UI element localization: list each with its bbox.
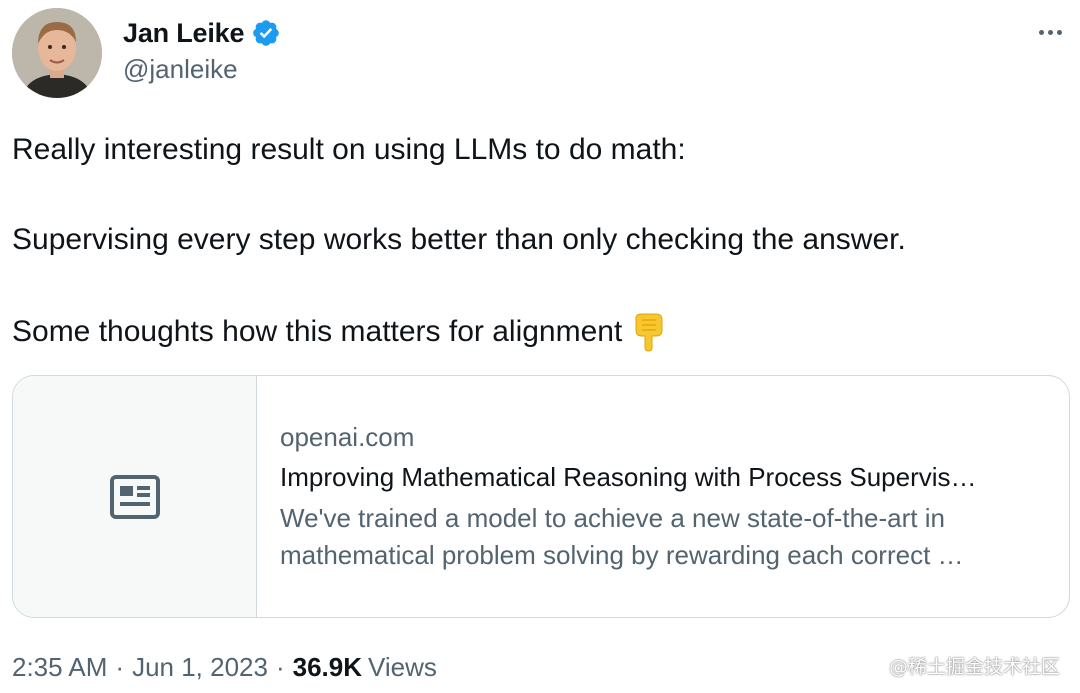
views-count[interactable]: 36.9K	[293, 652, 362, 683]
link-card-title: Improving Mathematical Reasoning with Pr…	[280, 462, 977, 492]
author-handle[interactable]: @janleike	[123, 54, 238, 85]
tweet-text-line: Really interesting result on using LLMs …	[12, 133, 686, 166]
tweet-time[interactable]: 2:35 AM	[12, 652, 107, 683]
more-dot-icon	[1047, 29, 1053, 35]
verified-badge-icon[interactable]	[251, 18, 281, 48]
more-dot-icon	[1056, 29, 1062, 35]
author-name[interactable]: Jan Leike	[123, 18, 244, 49]
tweet-meta: 2:35 AM · Jun 1, 2023 · 36.9K Views	[12, 652, 437, 683]
pointing-down-emoji-icon	[635, 313, 663, 352]
tweet-container: Jan Leike @janleike Really interesting r…	[0, 0, 1080, 693]
more-options-button[interactable]	[1032, 20, 1068, 44]
more-dot-icon	[1038, 29, 1044, 35]
tweet-text-line-with-emoji: Some thoughts how this matters for align…	[12, 312, 1062, 352]
link-card-description: We've trained a model to achieve a new s…	[280, 503, 964, 570]
author-name-row: Jan Leike	[123, 16, 281, 50]
link-preview-card[interactable]: openai.com Improving Mathematical Reason…	[12, 375, 1070, 618]
link-card-thumbnail	[13, 376, 257, 617]
views-label: Views	[368, 652, 437, 682]
meta-separator: ·	[275, 652, 285, 682]
tweet-text-line: Some thoughts how this matters for align…	[12, 315, 623, 348]
link-card-info: openai.com Improving Mathematical Reason…	[280, 420, 1050, 574]
meta-separator: ·	[115, 652, 125, 682]
link-card-domain: openai.com	[280, 422, 415, 452]
avatar-photo	[12, 8, 102, 98]
watermark: @稀土掘金技术社区	[888, 656, 1060, 678]
article-icon	[109, 474, 160, 519]
avatar[interactable]	[12, 8, 102, 98]
tweet-text-line: Supervising every step works better than…	[12, 223, 906, 256]
tweet-date[interactable]: Jun 1, 2023	[132, 652, 268, 683]
